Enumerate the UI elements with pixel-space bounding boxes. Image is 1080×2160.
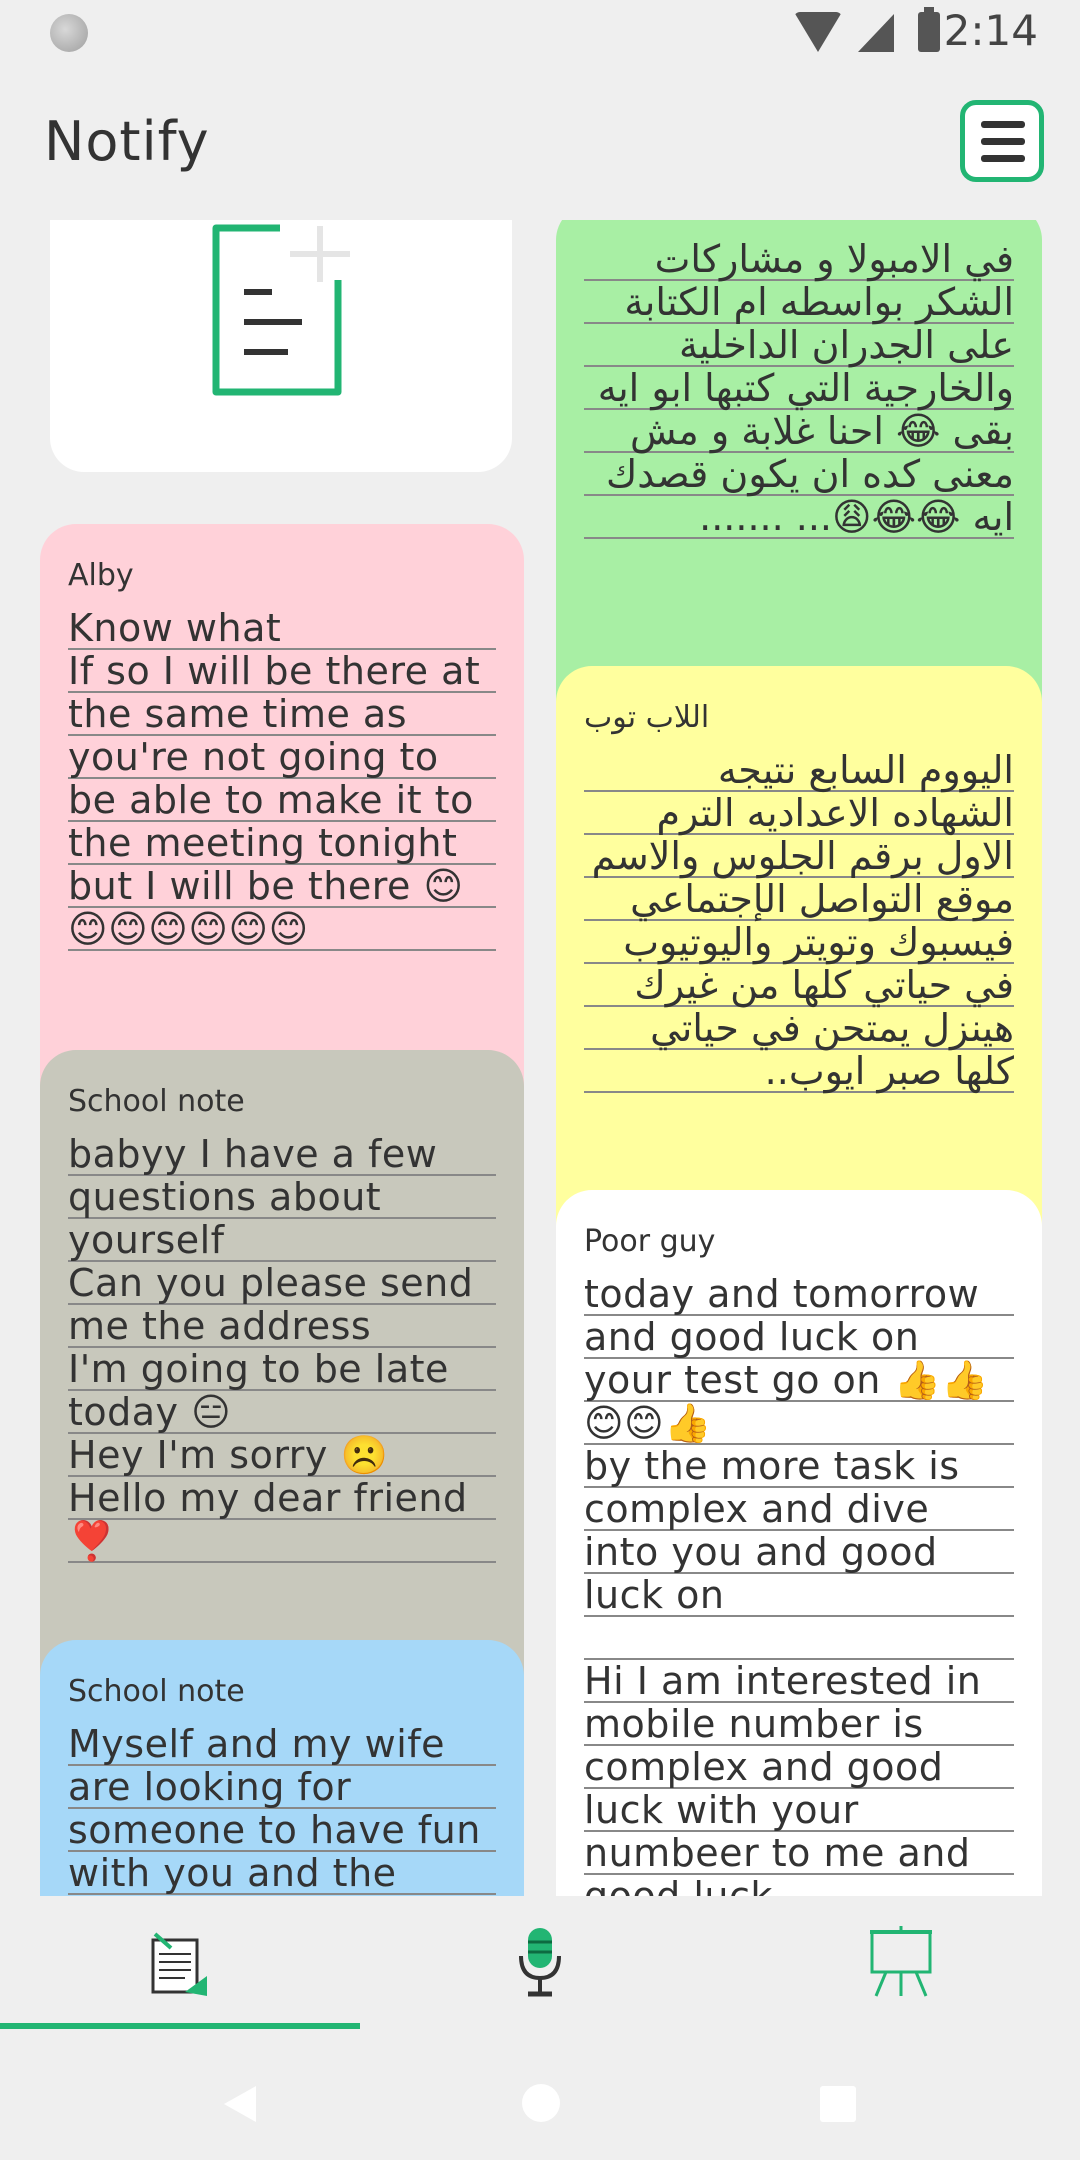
status-time: 2:14 [943,6,1038,55]
note-title: School note [68,1084,245,1119]
note-body: babyy I have a few questions about yours… [68,1133,496,1563]
active-tab-indicator [0,2023,360,2029]
tab-voice[interactable] [360,1896,720,2028]
signal-icon [858,14,894,52]
notes-icon [151,1932,207,1996]
app-title: Notify [44,110,210,173]
add-note-icon [212,224,350,396]
notification-icon [50,14,88,52]
tab-board[interactable] [720,1896,1080,2028]
system-nav-bar [0,2030,1080,2160]
note-card[interactable]: School note Myself and my wife are looki… [40,1640,524,1896]
easel-icon [870,1926,932,1997]
wifi-icon [794,12,842,52]
menu-button[interactable] [960,100,1044,182]
battery-icon [918,7,940,52]
note-card[interactable]: Poor guy today and tomorrow and good luc… [556,1190,1042,1896]
note-body: في الامبولا و مشاركات الشكر بواسطه ام ال… [584,238,1014,539]
status-bar: 2:14 [0,0,1080,70]
note-title: School note [68,1674,245,1709]
note-body: Know what If so I will be there at the s… [68,607,496,951]
bottom-nav [0,1896,1080,2028]
tab-notes[interactable] [0,1896,360,2028]
note-body: اليووم السابع نتيجه الشهاده الاعداديه ال… [584,749,1014,1093]
note-title: Alby [68,558,134,593]
menu-icon [981,121,1025,128]
recents-icon[interactable] [820,2086,856,2122]
home-icon[interactable] [522,2084,560,2122]
note-title: Poor guy [584,1224,716,1259]
note-body: Myself and my wife are looking for someo… [68,1723,496,1895]
note-body: today and tomorrow and good luck on your… [584,1273,1014,1896]
microphone-icon [519,1928,561,1997]
note-title: اللاب توب [584,700,710,735]
notes-grid: في الامبولا و مشاركات الشكر بواسطه ام ال… [0,220,1080,1896]
back-icon[interactable] [224,2086,256,2122]
add-note-card[interactable] [50,220,512,472]
